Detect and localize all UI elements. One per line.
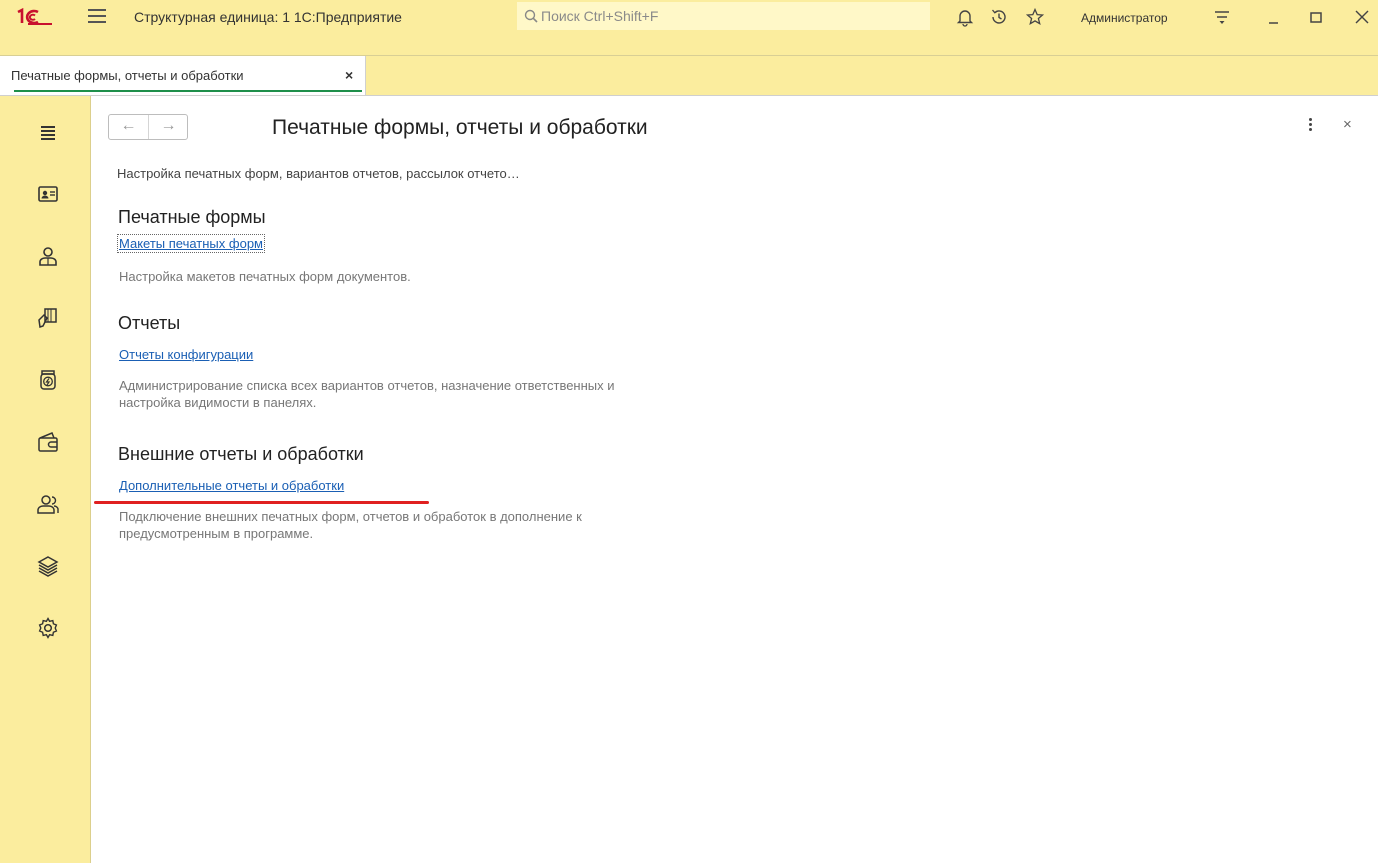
sections-sidebar bbox=[0, 96, 91, 863]
layers-icon[interactable] bbox=[36, 554, 60, 578]
main-menu-icon[interactable] bbox=[88, 9, 106, 25]
title-bar: Структурная единица: 1 1С:Предприятие Ад… bbox=[0, 0, 1378, 56]
section-title-print-forms: Печатные формы bbox=[118, 207, 266, 227]
tab-strip: Печатные формы, отчеты и обработки × bbox=[0, 56, 1378, 96]
settings-menu-icon[interactable] bbox=[1212, 7, 1232, 27]
hand-cards-icon[interactable] bbox=[36, 306, 60, 330]
maximize-icon[interactable] bbox=[1306, 7, 1326, 27]
tab-print-forms[interactable]: Печатные формы, отчеты и обработки × bbox=[0, 56, 366, 95]
section-desc-external: Подключение внешних печатных форм, отчет… bbox=[119, 509, 582, 541]
1c-logo-icon[interactable] bbox=[16, 8, 56, 26]
main-content: ← → Печатные формы, отчеты и обработки ×… bbox=[91, 96, 1378, 863]
section-desc-print-forms: Настройка макетов печатных форм документ… bbox=[119, 269, 411, 284]
app-title: Структурная единица: 1 1С:Предприятие bbox=[134, 9, 402, 25]
link-configuration-reports[interactable]: Отчеты конфигурации bbox=[119, 347, 253, 362]
section-desc-reports: Администрирование списка всех вариантов … bbox=[119, 378, 615, 410]
person-icon[interactable] bbox=[36, 244, 60, 268]
link-print-templates[interactable]: Макеты печатных форм bbox=[117, 234, 265, 253]
hamburger-icon[interactable] bbox=[36, 120, 60, 144]
back-button[interactable]: ← bbox=[109, 115, 149, 139]
section-title-reports: Отчеты bbox=[118, 313, 181, 333]
close-icon[interactable] bbox=[1352, 7, 1372, 27]
search-icon bbox=[524, 9, 538, 23]
history-icon[interactable] bbox=[989, 7, 1009, 27]
navigation-buttons: ← → bbox=[108, 114, 188, 140]
minimize-icon[interactable] bbox=[1264, 7, 1284, 27]
link-additional-reports[interactable]: Дополнительные отчеты и обработки bbox=[119, 478, 344, 493]
close-page-button[interactable]: × bbox=[1343, 116, 1352, 133]
highlight-underline bbox=[94, 501, 429, 504]
more-actions-icon[interactable] bbox=[1308, 118, 1314, 136]
search-input[interactable] bbox=[539, 5, 923, 27]
id-card-icon[interactable] bbox=[36, 182, 60, 206]
gear-icon[interactable] bbox=[36, 616, 60, 640]
bell-icon[interactable] bbox=[955, 7, 975, 27]
global-search[interactable] bbox=[517, 2, 930, 30]
wallet-icon[interactable] bbox=[36, 430, 60, 454]
active-tab-indicator bbox=[14, 90, 362, 92]
section-title-external: Внешние отчеты и обработки bbox=[118, 444, 364, 464]
star-icon[interactable] bbox=[1025, 7, 1045, 27]
tab-label: Печатные формы, отчеты и обработки bbox=[11, 68, 244, 83]
energy-jar-icon[interactable] bbox=[36, 368, 60, 392]
page-subtitle: Настройка печатных форм, вариантов отчет… bbox=[117, 166, 520, 181]
tab-close-button[interactable]: × bbox=[345, 67, 353, 83]
people-icon[interactable] bbox=[36, 492, 60, 516]
user-name[interactable]: Администратор bbox=[1081, 11, 1168, 25]
forward-button[interactable]: → bbox=[149, 115, 188, 139]
page-title: Печатные формы, отчеты и обработки bbox=[272, 116, 648, 139]
